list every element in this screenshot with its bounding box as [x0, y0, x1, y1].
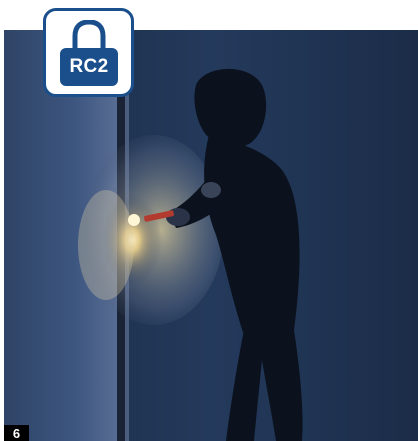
- badge-label: RC2: [69, 56, 109, 77]
- page-number: 6: [4, 425, 29, 441]
- rc2-security-badge: RC2: [43, 8, 134, 97]
- badge-label-box: RC2: [60, 48, 118, 86]
